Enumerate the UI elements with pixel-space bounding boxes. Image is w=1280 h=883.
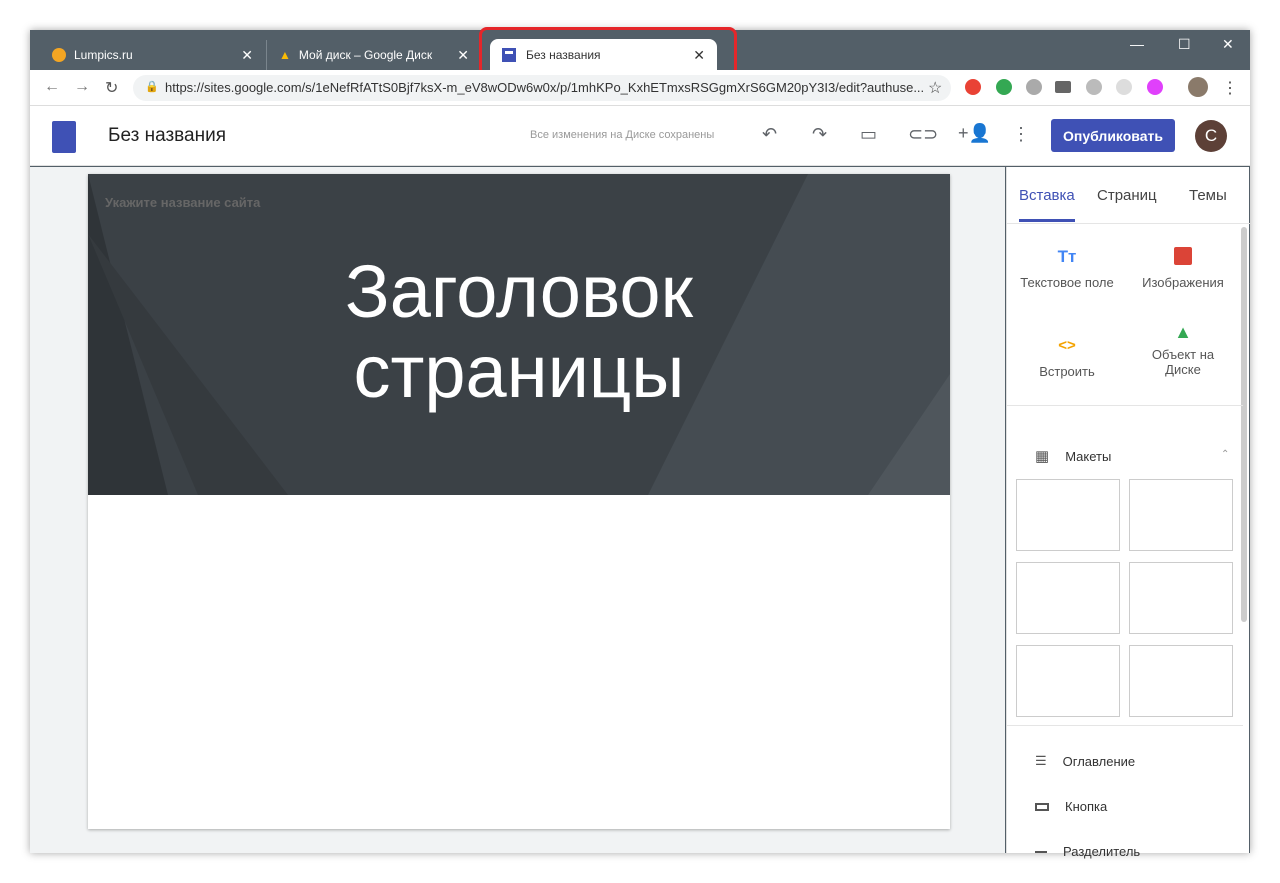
image-icon <box>1174 247 1192 265</box>
button-icon <box>1035 802 1049 811</box>
url-text: https://sites.google.com/s/1eNefRfATtS0B… <box>165 80 925 95</box>
insert-panel: Вставка Страниц Темы Tт Текстовое поле И… <box>1006 167 1250 859</box>
lock-icon: 🔒 <box>145 81 159 93</box>
maximize-button[interactable]: ☐ <box>1178 36 1191 53</box>
tab-google-drive[interactable]: ▲ Мой диск – Google Диск ✕ <box>266 40 481 70</box>
extension-mail-icon[interactable] <box>1055 81 1071 93</box>
address-bar: ← → ↻ 🔒 https://sites.google.com/s/1eNef… <box>30 70 1250 106</box>
extension-privacy-icon[interactable] <box>1116 79 1132 95</box>
orange-favicon-icon <box>52 48 66 62</box>
layouts-grid-icon: ▦ <box>1035 448 1050 465</box>
collapse-chevron-icon[interactable]: ⌃ <box>1221 449 1229 460</box>
page-header-banner[interactable]: Укажите название сайта Заголовок страниц… <box>88 174 950 495</box>
close-tab-icon[interactable]: ✕ <box>241 47 253 64</box>
insert-text-box[interactable]: Tт Текстовое поле <box>1007 247 1127 290</box>
tab-label: Lumpics.ru <box>74 48 133 62</box>
url-input[interactable]: 🔒 https://sites.google.com/s/1eNefRfATtS… <box>133 75 951 101</box>
google-drive-icon: ▲ <box>1174 322 1192 342</box>
tab-label: Мой диск – Google Диск <box>298 48 433 62</box>
site-name-field[interactable]: Укажите название сайта <box>105 195 260 210</box>
item-label: Изображения <box>1142 275 1224 290</box>
link-icon[interactable]: ⊂⊃ <box>908 124 938 145</box>
layout-option[interactable] <box>1129 479 1233 551</box>
more-options-icon[interactable]: ⋮ <box>1012 124 1030 145</box>
layout-option[interactable] <box>1129 562 1233 634</box>
profile-avatar[interactable] <box>1188 77 1208 97</box>
insert-embed[interactable]: <> Встроить <box>1007 337 1127 379</box>
layout-option[interactable] <box>1016 562 1120 634</box>
item-label: Кнопка <box>1065 799 1108 814</box>
close-tab-icon[interactable]: ✕ <box>457 47 469 64</box>
extension-shield-icon[interactable] <box>996 79 1012 95</box>
layout-option[interactable] <box>1129 645 1233 717</box>
insert-divider[interactable]: Разделитель <box>1035 844 1140 859</box>
insert-button[interactable]: Кнопка <box>1035 799 1107 814</box>
tab-lumpics[interactable]: Lumpics.ru ✕ <box>40 40 265 70</box>
text-tt-icon: Tт <box>1057 247 1077 266</box>
divider-icon <box>1035 850 1047 853</box>
item-label: Встроить <box>1039 364 1095 379</box>
account-avatar[interactable]: C <box>1195 120 1227 152</box>
layout-option[interactable] <box>1016 479 1120 551</box>
insert-table-of-contents[interactable]: ☰ Оглавление <box>1035 753 1135 769</box>
reload-icon[interactable]: ↻ <box>105 78 118 98</box>
insert-drive-object[interactable]: ▲ Объект на Диске <box>1123 322 1243 408</box>
undo-icon[interactable]: ↶ <box>762 124 777 145</box>
tab-pages[interactable]: Страниц <box>1097 187 1157 204</box>
preview-devices-icon[interactable]: ▭ <box>860 124 877 145</box>
item-label: Разделитель <box>1063 844 1141 859</box>
layouts-section-header[interactable]: ▦ Макеты <box>1035 447 1111 465</box>
item-label: Объект на Диске <box>1151 347 1215 377</box>
add-person-icon[interactable]: +👤 <box>958 123 991 144</box>
menu-kebab-icon[interactable]: ⋮ <box>1222 78 1238 98</box>
forward-icon[interactable]: → <box>74 78 90 96</box>
insert-images[interactable]: Изображения <box>1123 247 1243 290</box>
extension-bird-icon[interactable] <box>1086 79 1102 95</box>
item-label: Текстовое поле <box>1020 275 1114 290</box>
redo-icon[interactable]: ↷ <box>812 124 827 145</box>
google-sites-logo-icon <box>52 121 76 153</box>
embed-code-icon: <> <box>1058 337 1076 354</box>
site-page: Укажите название сайта Заголовок страниц… <box>88 174 950 829</box>
extension-globe-icon[interactable] <box>1026 79 1042 95</box>
page-heading[interactable]: Заголовок страницы <box>88 252 950 412</box>
minimize-button[interactable]: — <box>1130 36 1144 52</box>
save-status: Все изменения на Диске сохранены <box>530 129 715 141</box>
publish-button[interactable]: Опубликовать <box>1051 119 1175 152</box>
extension-home-icon[interactable] <box>965 79 981 95</box>
app-header: Без названия Все изменения на Диске сохр… <box>30 106 1250 166</box>
tab-insert[interactable]: Вставка <box>1019 187 1075 204</box>
active-tab-indicator <box>1019 219 1075 222</box>
list-icon: ☰ <box>1035 753 1047 768</box>
bookmark-star-icon[interactable]: ☆ <box>928 78 942 98</box>
site-title[interactable]: Без названия <box>108 125 226 147</box>
drive-favicon-icon: ▲ <box>279 48 291 62</box>
close-window-button[interactable]: ✕ <box>1222 36 1234 53</box>
item-label: Оглавление <box>1062 753 1136 769</box>
back-icon[interactable]: ← <box>44 78 60 96</box>
heading-line: Заголовок <box>345 250 693 333</box>
browser-window: Lumpics.ru ✕ ▲ Мой диск – Google Диск ✕ … <box>30 27 1250 859</box>
editor-canvas: Укажите название сайта Заголовок страниц… <box>30 167 1005 853</box>
layouts-label: Макеты <box>1065 448 1112 464</box>
heading-line: страницы <box>353 330 685 413</box>
tab-themes[interactable]: Темы <box>1189 187 1227 204</box>
layout-option[interactable] <box>1016 645 1120 717</box>
extension-star-icon[interactable] <box>1147 79 1163 95</box>
